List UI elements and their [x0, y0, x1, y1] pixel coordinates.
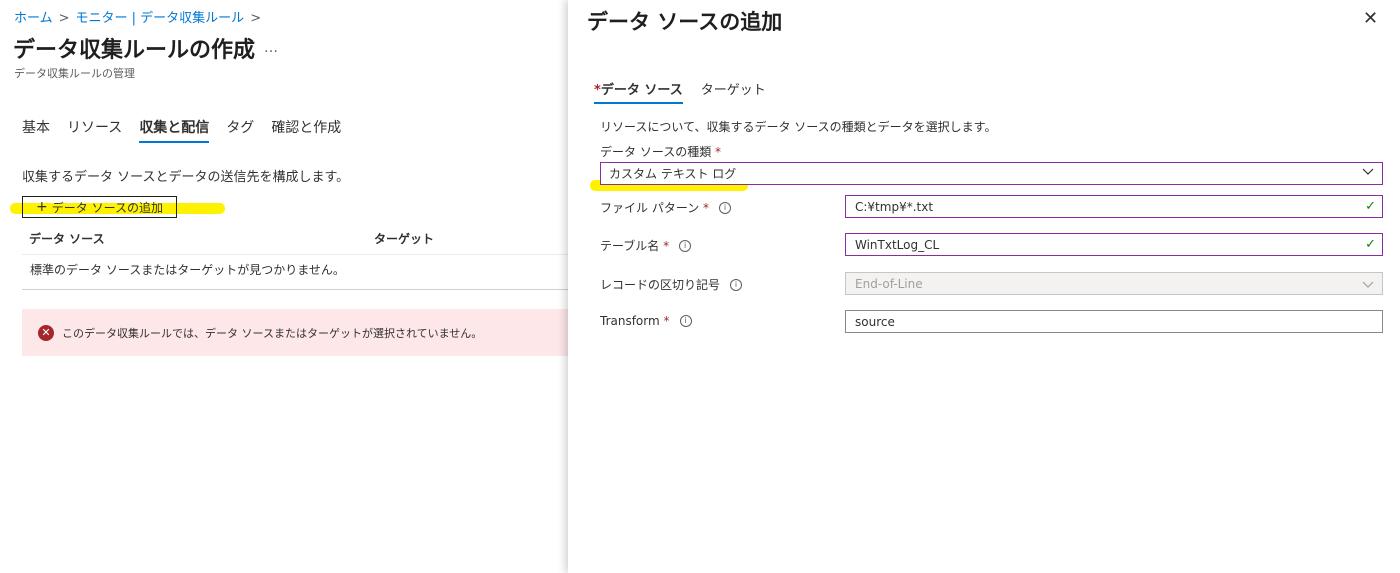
- required-marker: *: [594, 83, 601, 98]
- tab-resources[interactable]: リソース: [67, 117, 122, 141]
- tab-basics[interactable]: 基本: [22, 117, 50, 141]
- required-marker: *: [703, 200, 710, 215]
- required-marker: *: [663, 238, 670, 253]
- record-delimiter-label: レコードの区切り記号 i: [600, 276, 743, 293]
- panel-description: リソースについて、収集するデータ ソースの種類とデータを選択します。: [600, 120, 997, 134]
- record-delimiter-value: End-of-Line: [855, 276, 923, 291]
- transform-input[interactable]: source: [845, 310, 1383, 333]
- tab-data-source-label: データ ソース: [600, 83, 683, 98]
- transform-value: source: [855, 314, 895, 329]
- info-icon[interactable]: i: [679, 239, 692, 252]
- plus-icon: +: [36, 199, 48, 215]
- panel-tabs: *データ ソース ターゲット: [594, 79, 784, 104]
- chevron-right-icon: >: [58, 11, 70, 26]
- page-subtitle: データ収集ルールの管理: [14, 67, 135, 80]
- data-source-type-dropdown[interactable]: カスタム テキスト ログ: [600, 162, 1383, 185]
- tab-data-source[interactable]: *データ ソース: [594, 79, 683, 104]
- table-empty-row: 標準のデータ ソースまたはターゲットが見つかりません。: [22, 255, 568, 290]
- data-source-type-value: カスタム テキスト ログ: [609, 167, 737, 181]
- table-name-value: WinTxtLog_CL: [855, 237, 940, 252]
- add-data-source-label: データ ソースの追加: [51, 200, 163, 215]
- chevron-right-icon: >: [250, 11, 262, 26]
- error-message-bar: ✕ このデータ収集ルールでは、データ ソースまたはターゲットが選択されていません…: [22, 309, 568, 356]
- more-options-icon[interactable]: …: [264, 40, 279, 56]
- error-icon: ✕: [38, 325, 54, 341]
- empty-message: 標準のデータ ソースまたはターゲットが見つかりません。: [30, 263, 345, 277]
- chevron-down-icon: [1362, 281, 1374, 288]
- error-message: このデータ収集ルールでは、データ ソースまたはターゲットが選択されていません。: [62, 327, 483, 340]
- file-pattern-input[interactable]: C:¥tmp¥*.txt ✓: [845, 195, 1383, 218]
- close-icon[interactable]: ✕: [1363, 8, 1378, 29]
- data-source-type-label: データ ソースの種類 *: [600, 143, 721, 160]
- chevron-down-icon: [1362, 168, 1374, 175]
- panel-title: データ ソースの追加: [587, 10, 783, 34]
- add-data-source-button[interactable]: + データ ソースの追加: [22, 196, 177, 218]
- data-source-type-label-text: データ ソースの種類: [600, 145, 712, 159]
- check-icon: ✓: [1365, 237, 1376, 252]
- transform-label: Transform * i: [600, 314, 692, 328]
- page-title: データ収集ルールの作成: [13, 38, 256, 63]
- tab-collect-and-deliver[interactable]: 収集と配信: [139, 117, 210, 143]
- file-pattern-value: C:¥tmp¥*.txt: [855, 199, 934, 214]
- table-header: データ ソース ターゲット: [22, 228, 568, 255]
- section-description: 収集するデータ ソースとデータの送信先を構成します。: [22, 170, 350, 185]
- file-pattern-label-text: ファイル パターン: [600, 201, 700, 215]
- add-data-source-panel: データ ソースの追加 ✕ *データ ソース ターゲット リソースについて、収集する…: [568, 0, 1400, 573]
- table-name-label: テーブル名 * i: [600, 237, 692, 254]
- column-header-target: ターゲット: [374, 232, 435, 246]
- record-delimiter-dropdown: End-of-Line: [845, 272, 1383, 295]
- breadcrumb-monitor-link[interactable]: モニター | データ収集ルール: [76, 11, 245, 26]
- info-icon[interactable]: i: [679, 315, 692, 327]
- tab-review-create[interactable]: 確認と作成: [271, 117, 341, 141]
- table-name-input[interactable]: WinTxtLog_CL ✓: [845, 233, 1383, 256]
- wizard-tabs: 基本 リソース 収集と配信 タグ 確認と作成: [22, 117, 358, 143]
- info-icon[interactable]: i: [719, 201, 732, 214]
- required-marker: *: [663, 314, 670, 328]
- breadcrumb: ホーム > モニター | データ収集ルール >: [14, 7, 267, 26]
- check-icon: ✓: [1365, 199, 1376, 214]
- transform-label-text: Transform: [600, 314, 660, 328]
- tab-target[interactable]: ターゲット: [701, 79, 766, 102]
- info-icon[interactable]: i: [730, 278, 743, 291]
- table-name-label-text: テーブル名: [600, 239, 660, 253]
- column-header-data-source: データ ソース: [29, 232, 105, 246]
- record-delimiter-label-text: レコードの区切り記号: [600, 278, 721, 292]
- breadcrumb-home-link[interactable]: ホーム: [14, 11, 53, 26]
- required-marker: *: [715, 144, 722, 159]
- tab-tags[interactable]: タグ: [226, 117, 254, 141]
- file-pattern-label: ファイル パターン * i: [600, 199, 732, 216]
